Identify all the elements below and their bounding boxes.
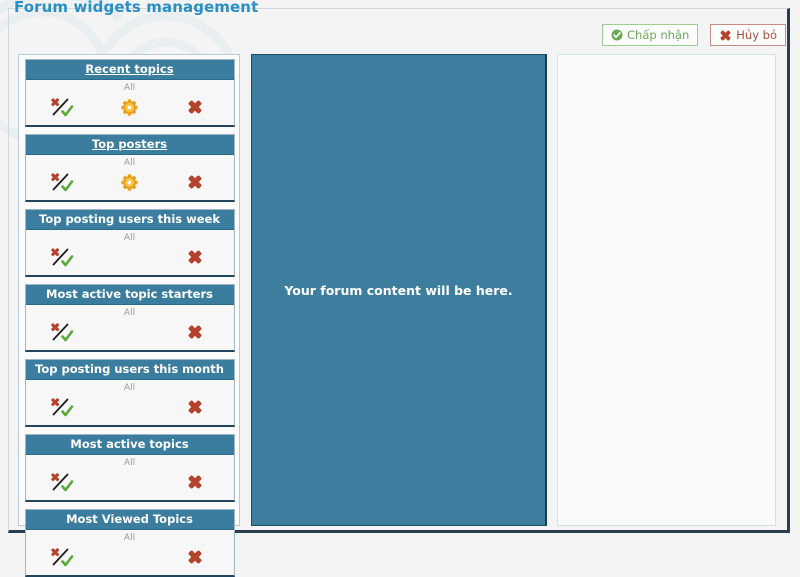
toggle-activation-icon-slot [32, 169, 97, 195]
widget-header[interactable]: Top posting users this week [25, 210, 234, 230]
cancel-button[interactable]: Hủy bỏ [710, 24, 786, 46]
widget-scope-label: All [123, 233, 136, 243]
widget-header[interactable]: Top posters [25, 135, 234, 155]
toggle-activation-icon-slot [32, 544, 97, 570]
toggle-activation-icon[interactable] [51, 472, 77, 492]
widget-body: All [25, 455, 234, 500]
toggle-activation-icon[interactable] [51, 397, 77, 417]
widget-title[interactable]: Top posters [92, 137, 167, 151]
page-title: Forum widgets management [14, 0, 259, 16]
toggle-activation-icon[interactable] [51, 172, 77, 192]
delete-icon[interactable] [187, 99, 203, 115]
widget-title: Most active topic starters [46, 287, 213, 301]
toggle-activation-icon-slot [32, 319, 97, 345]
delete-icon[interactable] [187, 549, 203, 565]
widget-scope-label: All [123, 533, 136, 543]
widget-actions [26, 469, 234, 495]
widget-body: All [25, 155, 234, 200]
delete-icon[interactable] [187, 474, 203, 490]
widget-header[interactable]: Most active topic starters [25, 285, 234, 305]
cancel-button-label: Hủy bỏ [736, 28, 777, 42]
delete-icon-slot [162, 469, 227, 495]
delete-icon-slot [162, 169, 227, 195]
accept-button[interactable]: Chấp nhận [602, 24, 699, 46]
widget-body: All [25, 380, 234, 425]
configure-gear-icon[interactable] [121, 98, 138, 116]
widget-title: Most active topics [70, 437, 189, 451]
widget-card[interactable]: Most active topic starters All [24, 284, 235, 352]
forum-content-placeholder: Your forum content will be here. [251, 54, 547, 526]
toggle-activation-icon[interactable] [51, 322, 77, 342]
widget-title: Most Viewed Topics [66, 512, 193, 526]
widget-scope-label: All [123, 158, 136, 168]
widget-card[interactable]: Top posting users this month All [24, 359, 235, 427]
widget-header[interactable]: Most active topics [25, 435, 234, 455]
widget-card[interactable]: Top posting users this week All [24, 209, 235, 277]
widget-title[interactable]: Recent topics [85, 62, 173, 76]
delete-icon[interactable] [187, 249, 203, 265]
widget-scope-label: All [123, 83, 136, 93]
widget-actions [26, 394, 234, 420]
delete-icon[interactable] [187, 324, 203, 340]
check-circle-icon [611, 29, 623, 41]
widget-actions [26, 94, 234, 120]
delete-icon-slot [162, 244, 227, 270]
delete-icon[interactable] [187, 399, 203, 415]
widget-card[interactable]: Top posters All [24, 134, 235, 202]
widget-actions [26, 244, 234, 270]
configure-gear-icon-slot [97, 94, 162, 120]
action-toolbar: Chấp nhận Hủy bỏ [602, 24, 786, 46]
widget-card[interactable]: Most active topics All [24, 434, 235, 502]
widget-body: All [25, 230, 234, 275]
widget-header[interactable]: Top posting users this month [25, 360, 234, 380]
widgets-board: Recent topics All Top posters All Top postin… [18, 54, 776, 577]
delete-icon-slot [162, 544, 227, 570]
delete-icon-slot [162, 394, 227, 420]
configure-gear-icon[interactable] [121, 173, 138, 191]
widget-scope-label: All [123, 458, 136, 468]
x-mark-icon [719, 29, 732, 42]
left-widgets-column[interactable]: Recent topics All Top posters All Top postin… [18, 54, 240, 577]
forum-content-placeholder-text: Your forum content will be here. [284, 282, 513, 298]
widget-header[interactable]: Most Viewed Topics [25, 510, 234, 530]
toggle-activation-icon[interactable] [51, 547, 77, 567]
widget-body: All [25, 530, 234, 575]
toggle-activation-icon-slot [32, 244, 97, 270]
delete-icon-slot [162, 319, 227, 345]
widget-title: Top posting users this month [35, 362, 224, 376]
widget-title: Top posting users this week [39, 212, 220, 226]
toggle-activation-icon-slot [32, 469, 97, 495]
accept-button-label: Chấp nhận [627, 28, 690, 42]
widget-scope-label: All [123, 383, 136, 393]
widget-actions [26, 169, 234, 195]
widget-actions [26, 544, 234, 570]
widget-scope-label: All [123, 308, 136, 318]
widget-card[interactable]: Most Viewed Topics All [24, 509, 235, 577]
toggle-activation-icon-slot [32, 94, 97, 120]
widget-actions [26, 319, 234, 345]
widget-body: All [25, 80, 234, 125]
widget-body: All [25, 305, 234, 350]
delete-icon[interactable] [187, 174, 203, 190]
widget-header[interactable]: Recent topics [25, 60, 234, 80]
toggle-activation-icon[interactable] [51, 247, 77, 267]
right-widgets-dropzone[interactable] [557, 54, 776, 526]
toggle-activation-icon-slot [32, 394, 97, 420]
toggle-activation-icon[interactable] [51, 97, 77, 117]
configure-gear-icon-slot [97, 169, 162, 195]
delete-icon-slot [162, 94, 227, 120]
widget-card[interactable]: Recent topics All [24, 59, 235, 127]
